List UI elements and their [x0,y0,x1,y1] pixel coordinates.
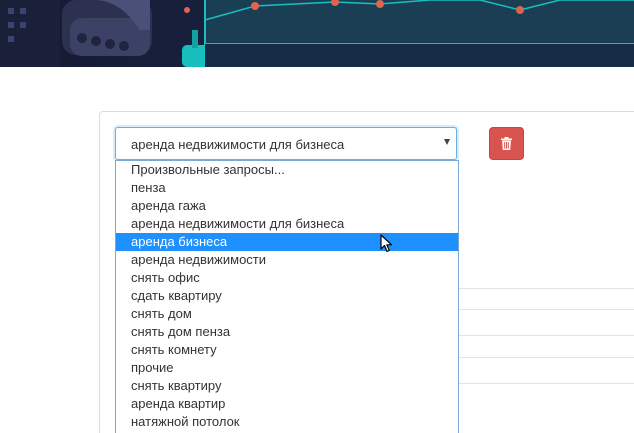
option-item[interactable]: прочие [116,359,458,377]
option-item[interactable]: снять дом [116,305,458,323]
mouse-cursor-icon [380,234,393,253]
page: аренда недвижимости для бизнеса Произвол… [0,0,634,433]
query-select[interactable]: аренда недвижимости для бизнеса [115,127,457,160]
divider [459,383,634,384]
option-item[interactable]: снять комнету [116,341,458,359]
option-item[interactable]: аренда квартир [116,395,458,413]
option-item[interactable]: пенза [116,179,458,197]
option-item[interactable]: снять квартиру [116,377,458,395]
option-item[interactable]: аренда недвижимости [116,251,458,269]
option-item[interactable]: снять офис [116,269,458,287]
delete-button[interactable] [489,127,524,160]
caret-down-icon [444,139,450,145]
divider [459,335,634,336]
option-list: Произвольные запросы... пенза аренда гаж… [116,161,458,431]
option-item[interactable]: аренда гажа [116,197,458,215]
trash-icon [501,137,512,150]
query-select-value: аренда недвижимости для бизнеса [131,137,345,152]
option-custom-queries[interactable]: Произвольные запросы... [116,161,458,179]
divider [459,309,634,310]
hero-banner [0,0,634,67]
option-item[interactable]: снять дом пенза [116,323,458,341]
query-select-dropdown: Произвольные запросы... пенза аренда гаж… [115,160,459,433]
option-item[interactable]: сдать квартиру [116,287,458,305]
option-item[interactable]: натяжной потолок [116,413,458,431]
divider [459,357,634,358]
option-item-highlighted[interactable]: аренда бизнеса [116,233,458,251]
option-item[interactable]: аренда недвижимости для бизнеса [116,215,458,233]
hero-illustration [0,0,634,67]
divider [459,288,634,289]
